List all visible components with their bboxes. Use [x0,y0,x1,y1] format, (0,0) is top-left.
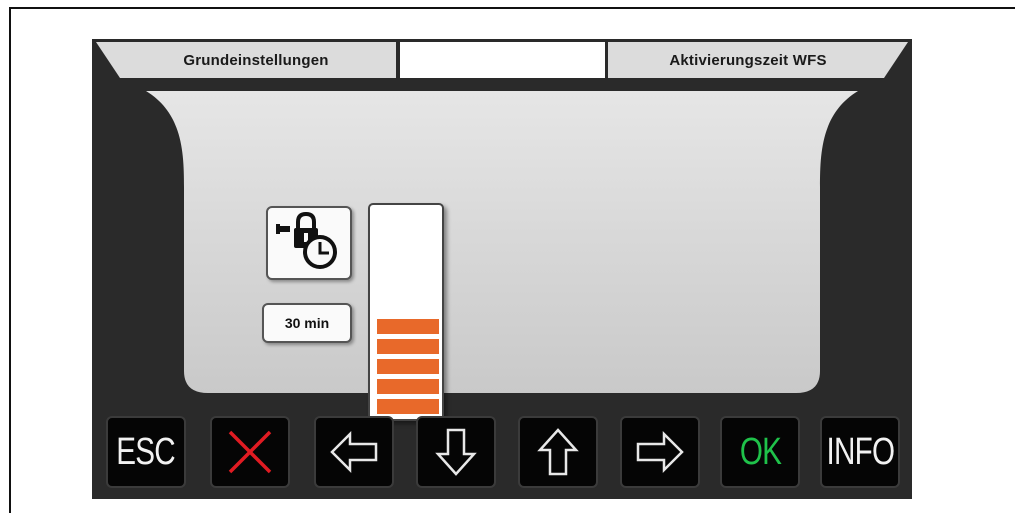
parameter-title: Aktivierungszeit WFS [608,42,908,78]
menu-title: Grundeinstellungen [96,42,396,78]
level-segment [377,339,439,354]
ok-label: OK [739,430,781,473]
screen-background [146,91,858,393]
down-arrow-button[interactable] [416,416,496,488]
arrow-down-icon [435,428,477,476]
level-segment [377,319,439,334]
ok-button[interactable]: OK [720,416,800,488]
title-bar: Grundeinstellungen Aktivierungszeit WFS [92,39,912,83]
level-segment [377,359,439,374]
middle-title-field [400,42,605,78]
lcd-screen: 30 min [146,91,858,421]
level-bar[interactable] [368,203,444,421]
lock-clock-icon [276,211,337,269]
esc-label: ESC [116,430,176,473]
red-x-icon [228,430,272,474]
up-arrow-button[interactable] [518,416,598,488]
arrow-up-icon [537,428,579,476]
setting-icon-tile [266,206,352,280]
info-label: INFO [826,430,894,473]
button-row: ESC OK INFO [92,407,912,499]
arrow-left-icon [330,430,378,474]
controller-display: Grundeinstellungen Aktivierungszeit WFS [92,39,912,499]
esc-button[interactable]: ESC [106,416,186,488]
info-button[interactable]: INFO [820,416,900,488]
right-arrow-button[interactable] [620,416,700,488]
level-segment [377,379,439,394]
cancel-button[interactable] [210,416,290,488]
arrow-right-icon [636,430,684,474]
left-arrow-button[interactable] [314,416,394,488]
time-value-display: 30 min [262,303,352,343]
